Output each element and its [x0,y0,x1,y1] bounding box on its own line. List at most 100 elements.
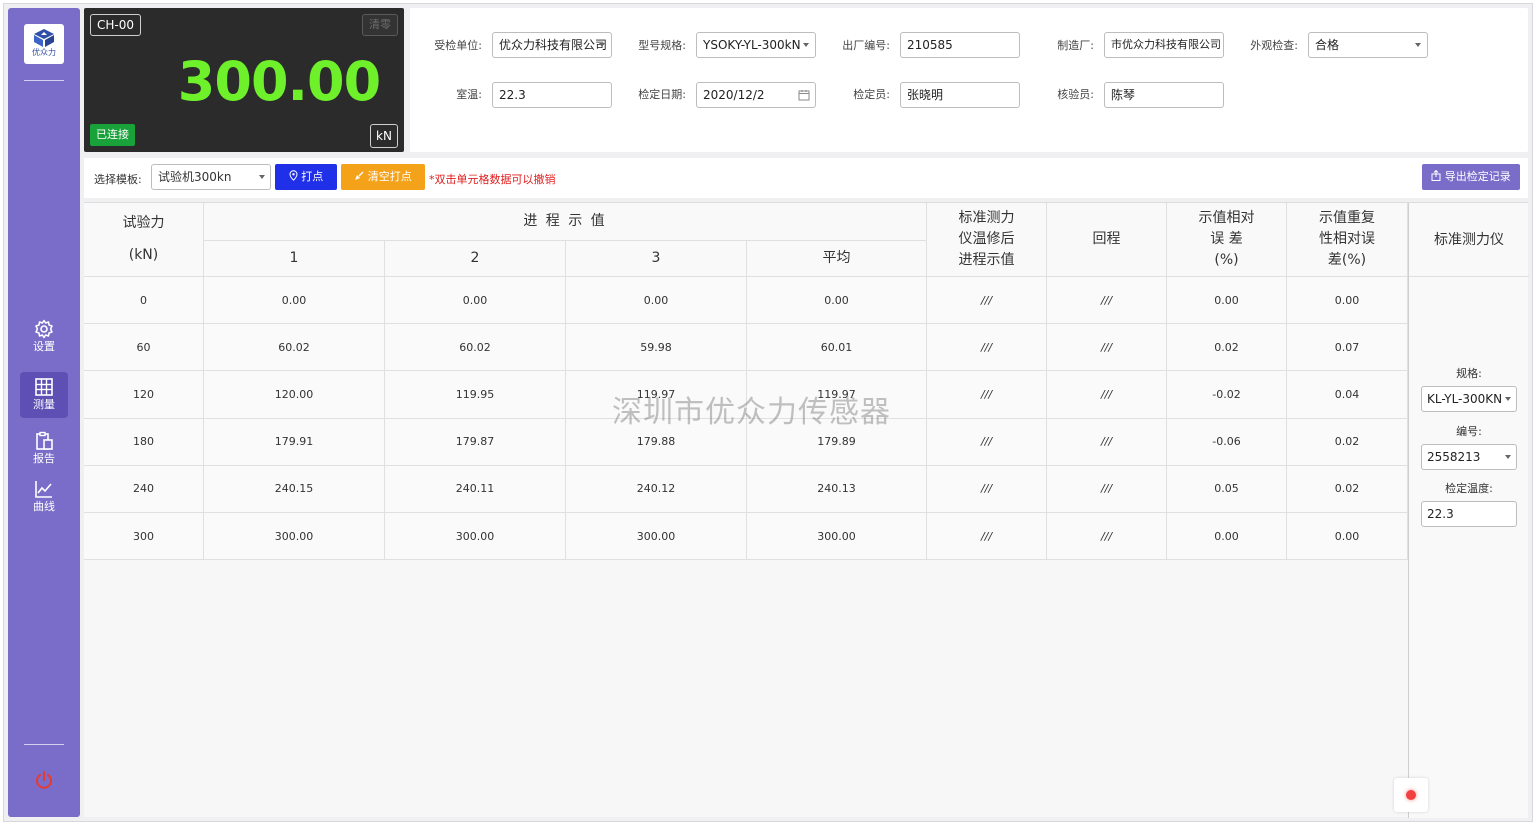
clear-points-button[interactable]: 清空打点 [341,164,425,190]
nav-report[interactable]: 报告 [20,426,68,472]
table-cell-v3[interactable]: 59.98 [566,324,747,372]
date-label: 检定日期: [638,88,686,101]
table-cell-v2[interactable]: 300.00 [385,513,566,561]
table-cell-std[interactable]: /// [927,277,1047,325]
table-cell-rep[interactable]: 0.04 [1287,371,1408,419]
nav-settings-label: 设置 [33,340,55,353]
info-form: 受检单位: 优众力科技有限公司 型号规格: YSOKY-YL-300kN 出厂编… [410,8,1528,152]
header-err-line2: 误 差 [1210,231,1243,247]
table-cell-force[interactable]: 300 [84,513,204,561]
table-cell-v2[interactable]: 179.87 [385,418,566,466]
table-cell-v2[interactable]: 0.00 [385,277,566,325]
template-select[interactable]: 试验机300kn [151,164,271,190]
maker-label: 制造厂: [1057,39,1094,52]
table-cell-avg[interactable]: 240.13 [747,465,927,513]
table-cell-v1[interactable]: 0.00 [204,277,385,325]
std-number-select[interactable]: 2558213 [1421,444,1517,470]
table-cell-v1[interactable]: 60.02 [204,324,385,372]
point-button[interactable]: 打点 [275,164,337,190]
calendar-icon[interactable] [798,89,810,101]
table-cell-std[interactable]: /// [927,371,1047,419]
table-cell-avg[interactable]: 300.00 [747,513,927,561]
grid-icon [35,378,53,396]
table-cell-ret[interactable]: /// [1047,371,1167,419]
table-cell-v2[interactable]: 60.02 [385,324,566,372]
header-run-2: 2 [385,241,566,277]
table-cell-ret[interactable]: /// [1047,513,1167,561]
table-cell-force[interactable]: 60 [84,324,204,372]
table-cell-force[interactable]: 0 [84,277,204,325]
table-cell-avg[interactable]: 179.89 [747,418,927,466]
record-button[interactable] [1394,778,1428,812]
header-repeatability: 示值重复 性相对误 差(%) [1287,203,1408,277]
table-cell-avg[interactable]: 0.00 [747,277,927,325]
table-cell-std[interactable]: /// [927,418,1047,466]
nav-settings[interactable]: 设置 [20,314,68,360]
table-cell-v1[interactable]: 120.00 [204,371,385,419]
logo-cube-icon [34,29,54,47]
table-cell-v1[interactable]: 240.15 [204,465,385,513]
table-cell-err[interactable]: 0.00 [1167,277,1287,325]
table-cell-ret[interactable]: /// [1047,418,1167,466]
header-err-line3: (%) [1214,252,1239,268]
table-cell-v1[interactable]: 300.00 [204,513,385,561]
table-cell-v1[interactable]: 179.91 [204,418,385,466]
table-cell-rep[interactable]: 0.00 [1287,277,1408,325]
table-cell-rep[interactable]: 0.02 [1287,418,1408,466]
client-select[interactable]: 优众力科技有限公司 [492,32,612,58]
table-cell-std[interactable]: /// [927,513,1047,561]
inspector-label: 检定员: [853,88,890,101]
table-cell-force[interactable]: 240 [84,465,204,513]
inspector-input[interactable]: 张晓明 [900,82,1020,108]
export-record-button[interactable]: 导出检定记录 [1422,164,1520,190]
client-value: 优众力科技有限公司 [499,38,608,52]
table-cell-err[interactable]: 0.05 [1167,465,1287,513]
std-spec-value: KL-YL-300KN [1427,392,1503,406]
table-cell-v3[interactable]: 0.00 [566,277,747,325]
model-select[interactable]: YSOKY-YL-300kN [696,32,816,58]
appearance-select[interactable]: 合格 [1308,32,1428,58]
maker-input[interactable]: 市优众力科技有限公司 [1104,32,1224,58]
table-cell-avg[interactable]: 119.97 [747,371,927,419]
table-cell-avg[interactable]: 60.01 [747,324,927,372]
table-cell-v3[interactable]: 240.12 [566,465,747,513]
table-cell-v2[interactable]: 119.95 [385,371,566,419]
export-icon [1431,169,1441,181]
date-input[interactable]: 2020/12/2 [696,82,816,108]
header-run-3: 3 [566,241,747,277]
power-button[interactable] [34,770,54,790]
nav-report-label: 报告 [33,452,55,465]
table-cell-force[interactable]: 180 [84,418,204,466]
std-temp-input[interactable]: 22.3 [1421,501,1517,527]
table-cell-err[interactable]: -0.06 [1167,418,1287,466]
table-cell-force[interactable]: 120 [84,371,204,419]
table-cell-ret[interactable]: /// [1047,465,1167,513]
table-cell-rep[interactable]: 0.00 [1287,513,1408,561]
divider [24,744,64,745]
table-cell-err[interactable]: 0.02 [1167,324,1287,372]
nav-curve-label: 曲线 [33,500,55,513]
table-cell-ret[interactable]: /// [1047,277,1167,325]
table-cell-ret[interactable]: /// [1047,324,1167,372]
table-cell-v3[interactable]: 179.88 [566,418,747,466]
nav-measure[interactable]: 测量 [20,372,68,418]
table-cell-err[interactable]: 0.00 [1167,513,1287,561]
table-cell-std[interactable]: /// [927,324,1047,372]
serial-input[interactable]: 210585 [900,32,1020,58]
nav-curve[interactable]: 曲线 [20,474,68,520]
std-spec-label: 规格: [1456,367,1482,380]
verifier-input[interactable]: 陈琴 [1104,82,1224,108]
nav-measure-label: 测量 [33,398,55,411]
table-cell-v2[interactable]: 240.11 [385,465,566,513]
table-cell-err[interactable]: -0.02 [1167,371,1287,419]
table-cell-rep[interactable]: 0.02 [1287,465,1408,513]
std-spec-select[interactable]: KL-YL-300KN [1421,386,1517,412]
table-cell-std[interactable]: /// [927,465,1047,513]
table-cell-v3[interactable]: 119.97 [566,371,747,419]
table-cell-v3[interactable]: 300.00 [566,513,747,561]
zero-button[interactable]: 清零 [362,14,398,36]
table-cell-rep[interactable]: 0.07 [1287,324,1408,372]
unit-button[interactable]: kN [370,124,398,148]
std-temp-label: 检定温度: [1445,482,1493,495]
temp-input[interactable]: 22.3 [492,82,612,108]
